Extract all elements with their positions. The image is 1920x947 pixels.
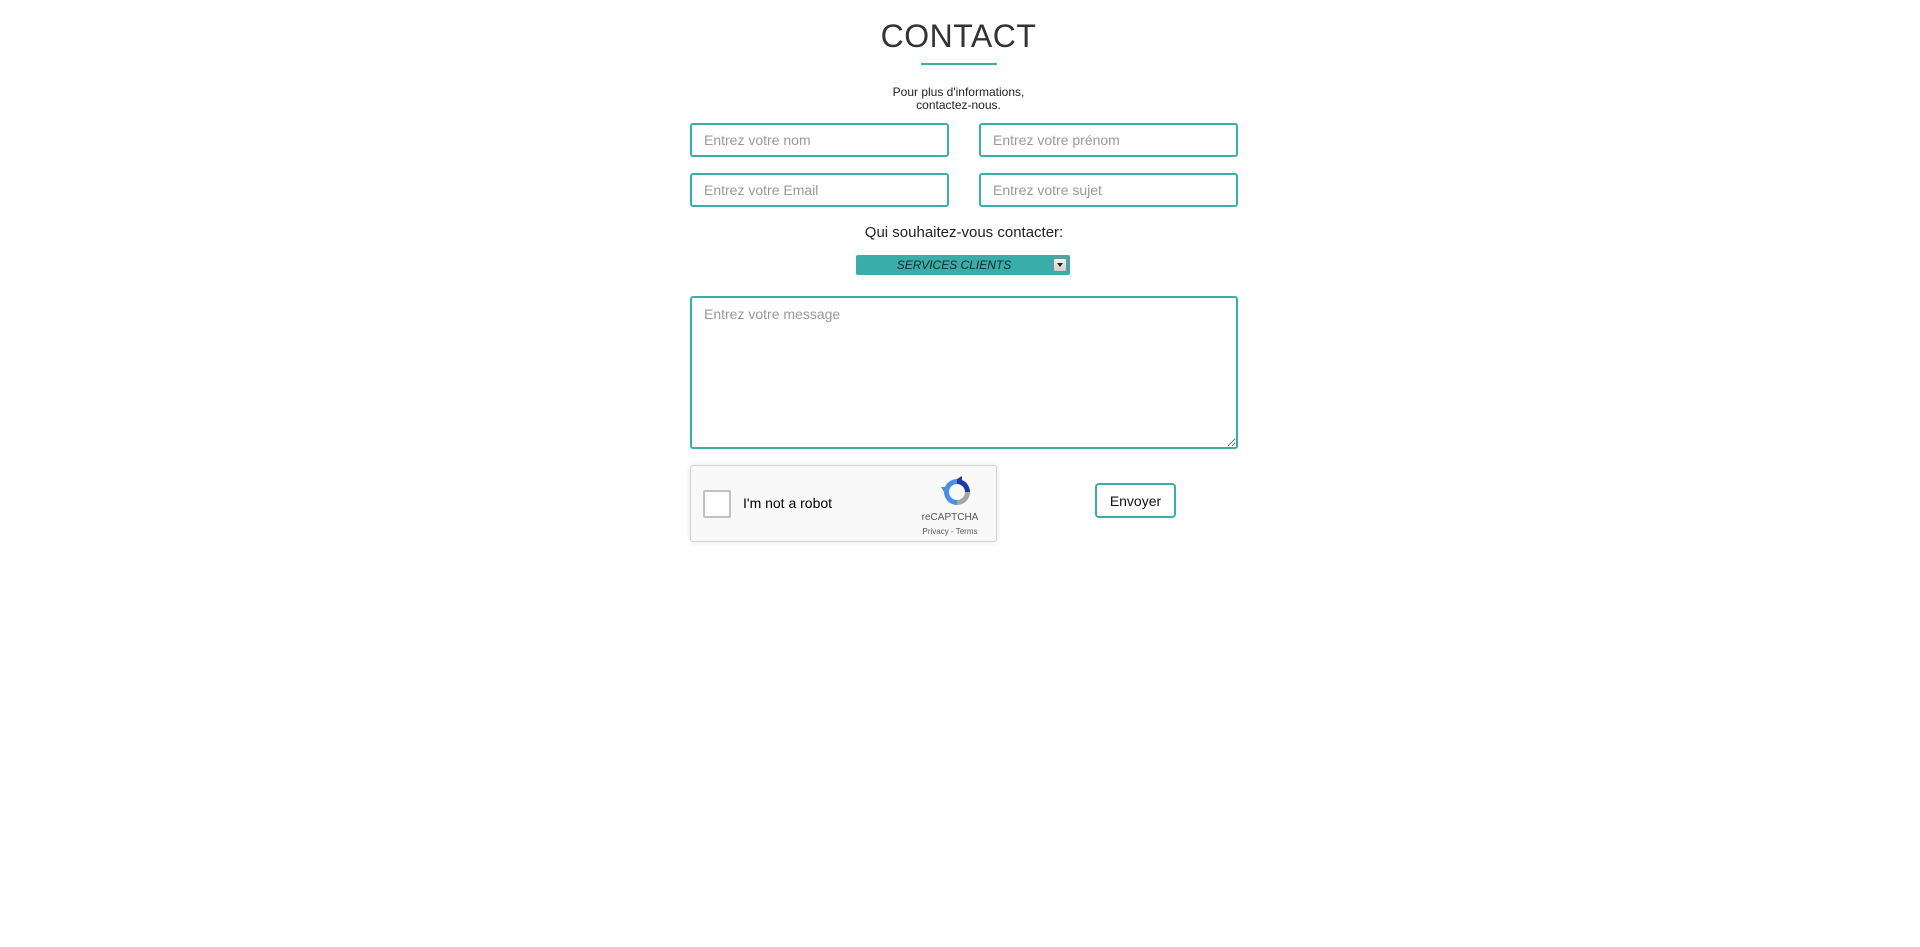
recaptcha-checkbox[interactable] (703, 490, 731, 518)
submit-button[interactable]: Envoyer (1095, 483, 1176, 518)
recipient-selected-value: SERVICES CLIENTS (896, 258, 1012, 272)
nom-input[interactable] (690, 123, 949, 157)
contact-page: CONTACT Pour plus d'informations, contac… (0, 0, 1920, 947)
page-subtitle: Pour plus d'informations, contactez-nous… (0, 86, 1917, 112)
recaptcha-brand: reCAPTCHA (921, 512, 979, 523)
message-textarea[interactable] (690, 296, 1238, 449)
recaptcha-logo-icon (941, 476, 970, 505)
chevron-down-icon[interactable] (1053, 258, 1067, 272)
page-title: CONTACT (880, 18, 1037, 54)
prenom-input[interactable] (979, 123, 1238, 157)
recipient-question: Qui souhaitez-vous contacter: (864, 224, 1064, 241)
recaptcha-privacy-terms[interactable]: Privacy - Terms (905, 527, 995, 537)
recaptcha-label: I'm not a robot (743, 495, 833, 511)
sujet-input[interactable] (979, 173, 1238, 207)
recaptcha-widget: I'm not a robot reCAPTCHA Privacy - Term… (690, 465, 997, 542)
title-underline (921, 63, 997, 65)
subtitle-line-2: contactez-nous. (916, 98, 1001, 112)
recipient-select[interactable]: SERVICES CLIENTS (856, 255, 1070, 275)
email-input[interactable] (690, 173, 949, 207)
